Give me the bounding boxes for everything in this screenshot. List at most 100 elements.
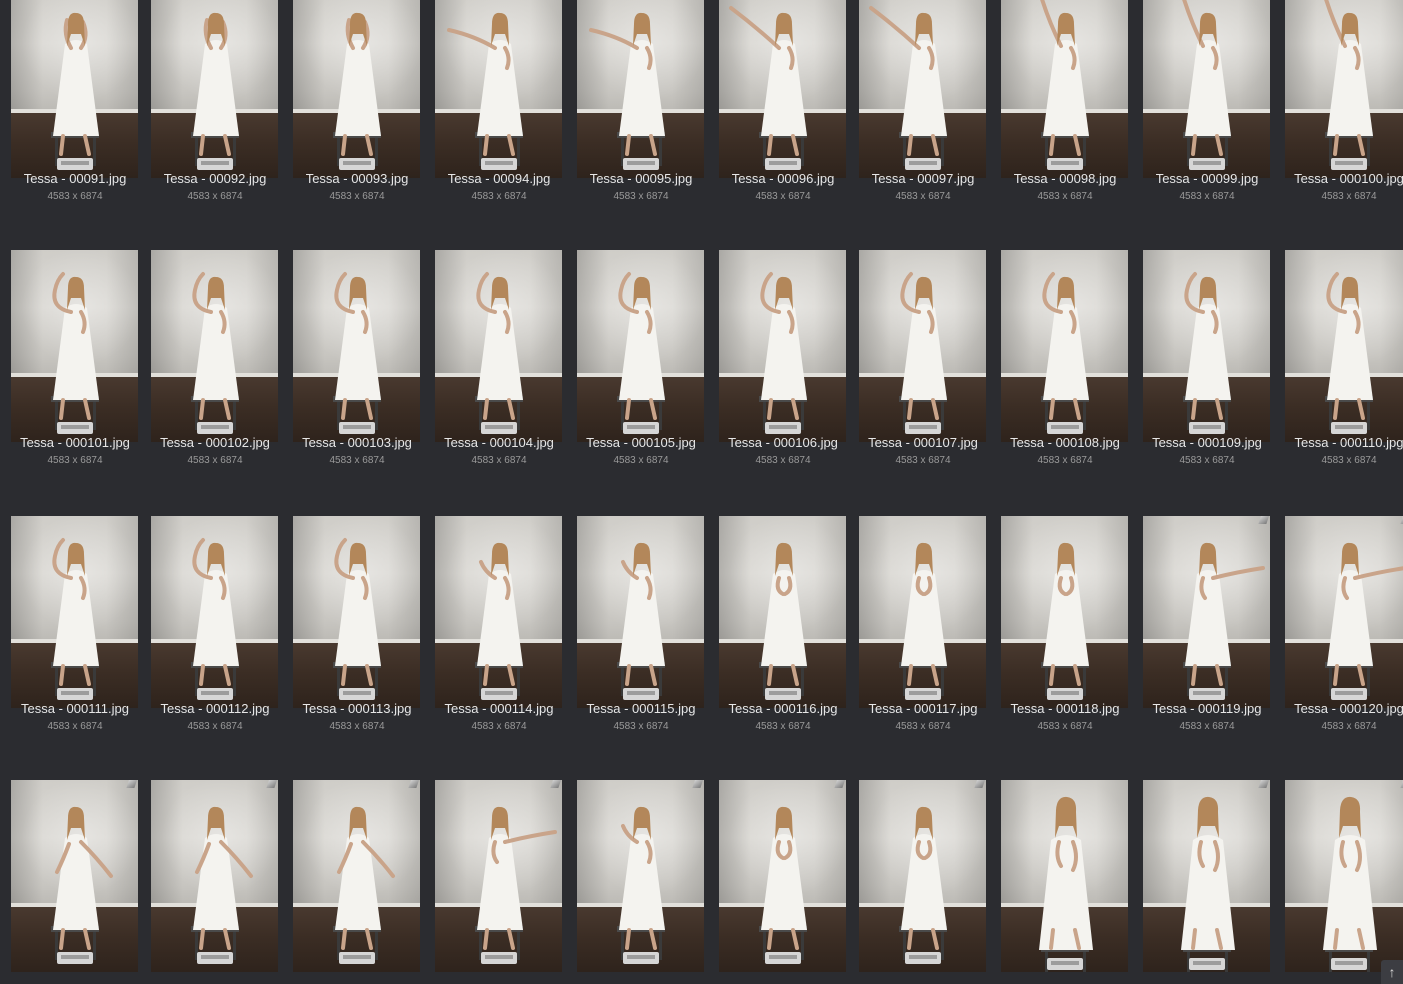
thumbnail-tile[interactable]: Tessa - 000114.jpg 4583 x 6874 xyxy=(435,516,577,756)
photo-thumbnail[interactable] xyxy=(719,0,846,178)
arrow-up-icon: ↑ xyxy=(1388,964,1396,980)
thumbnail-tile[interactable]: Tessa - 000116.jpg 4583 x 6874 xyxy=(719,516,861,756)
photo-thumbnail[interactable] xyxy=(577,0,704,178)
thumbnail-tile[interactable]: Tessa - 000117.jpg 4583 x 6874 xyxy=(859,516,1001,756)
photo-thumbnail[interactable] xyxy=(859,516,986,708)
photo-thumbnail[interactable] xyxy=(1143,780,1270,972)
thumbnail-tile[interactable] xyxy=(151,780,293,984)
thumbnail-dimensions: 4583 x 6874 xyxy=(1321,455,1377,466)
thumbnail-dimensions: 4583 x 6874 xyxy=(1179,191,1235,202)
photo-thumbnail[interactable] xyxy=(151,0,278,178)
photo-thumbnail[interactable] xyxy=(151,780,278,972)
photo-thumbnail[interactable] xyxy=(859,0,986,178)
thumbnail-dimensions: 4583 x 6874 xyxy=(471,455,527,466)
photo-thumbnail[interactable] xyxy=(11,516,138,708)
photo-thumbnail[interactable] xyxy=(293,516,420,708)
thumbnail-tile[interactable]: Tessa - 000102.jpg 4583 x 6874 xyxy=(151,250,293,490)
thumbnail-tile[interactable] xyxy=(293,780,435,984)
thumbnail-tile[interactable]: Tessa - 00092.jpg 4583 x 6874 xyxy=(151,0,293,226)
thumbnail-tile[interactable]: Tessa - 00093.jpg 4583 x 6874 xyxy=(293,0,435,226)
thumbnail-filename: Tessa - 000108.jpg xyxy=(1010,435,1120,450)
thumbnail-dimensions: 4583 x 6874 xyxy=(613,191,669,202)
photo-thumbnail[interactable] xyxy=(11,780,138,972)
photo-thumbnail[interactable] xyxy=(577,516,704,708)
photo-thumbnail[interactable] xyxy=(719,250,846,442)
thumbnail-filename: Tessa - 000117.jpg xyxy=(868,701,978,716)
thumbnail-tile[interactable] xyxy=(1143,780,1285,984)
thumbnail-tile[interactable] xyxy=(435,780,577,984)
thumbnail-tile[interactable]: Tessa - 00097.jpg 4583 x 6874 xyxy=(859,0,1001,226)
thumbnail-dimensions: 4583 x 6874 xyxy=(1037,455,1093,466)
thumbnail-tile[interactable]: Tessa - 000118.jpg 4583 x 6874 xyxy=(1001,516,1143,756)
thumbnail-tile[interactable]: Tessa - 000120.jpg 4583 x 6874 xyxy=(1285,516,1403,756)
thumbnail-tile[interactable]: Tessa - 000115.jpg 4583 x 6874 xyxy=(577,516,719,756)
thumbnail-dimensions: 4583 x 6874 xyxy=(613,721,669,732)
photo-thumbnail[interactable] xyxy=(1285,250,1403,442)
thumbnail-tile[interactable] xyxy=(11,780,153,984)
photo-thumbnail[interactable] xyxy=(293,250,420,442)
thumbnail-dimensions: 4583 x 6874 xyxy=(1037,191,1093,202)
photo-thumbnail[interactable] xyxy=(151,516,278,708)
thumbnail-tile[interactable]: Tessa - 00094.jpg 4583 x 6874 xyxy=(435,0,577,226)
photo-thumbnail[interactable] xyxy=(719,516,846,708)
photo-thumbnail[interactable] xyxy=(1285,780,1403,972)
photo-thumbnail[interactable] xyxy=(719,780,846,972)
thumbnail-tile[interactable]: Tessa - 00099.jpg 4583 x 6874 xyxy=(1143,0,1285,226)
photo-thumbnail[interactable] xyxy=(435,250,562,442)
thumbnail-tile[interactable]: Tessa - 000113.jpg 4583 x 6874 xyxy=(293,516,435,756)
thumbnail-dimensions: 4583 x 6874 xyxy=(613,455,669,466)
thumbnail-tile[interactable]: Tessa - 00096.jpg 4583 x 6874 xyxy=(719,0,861,226)
thumbnail-dimensions: 4583 x 6874 xyxy=(755,455,811,466)
photo-thumbnail[interactable] xyxy=(1143,516,1270,708)
photo-thumbnail[interactable] xyxy=(1143,250,1270,442)
thumbnail-tile[interactable]: Tessa - 000103.jpg 4583 x 6874 xyxy=(293,250,435,490)
thumbnail-tile[interactable] xyxy=(1001,780,1143,984)
thumbnail-dimensions: 4583 x 6874 xyxy=(1321,191,1377,202)
photo-thumbnail[interactable] xyxy=(1143,0,1270,178)
photo-thumbnail[interactable] xyxy=(11,0,138,178)
thumbnail-tile[interactable]: Tessa - 000119.jpg 4583 x 6874 xyxy=(1143,516,1285,756)
thumbnail-tile[interactable]: Tessa - 000107.jpg 4583 x 6874 xyxy=(859,250,1001,490)
thumbnail-tile[interactable]: Tessa - 000111.jpg 4583 x 6874 xyxy=(11,516,153,756)
thumbnail-tile[interactable]: Tessa - 000101.jpg 4583 x 6874 xyxy=(11,250,153,490)
photo-thumbnail[interactable] xyxy=(11,250,138,442)
photo-thumbnail[interactable] xyxy=(1001,780,1128,972)
thumbnail-tile[interactable] xyxy=(577,780,719,984)
photo-thumbnail[interactable] xyxy=(293,0,420,178)
thumbnail-dimensions: 4583 x 6874 xyxy=(755,721,811,732)
photo-thumbnail[interactable] xyxy=(435,0,562,178)
photo-thumbnail[interactable] xyxy=(1001,0,1128,178)
thumbnail-filename: Tessa - 00097.jpg xyxy=(871,171,975,186)
thumbnail-filename: Tessa - 00092.jpg xyxy=(163,171,267,186)
photo-thumbnail[interactable] xyxy=(151,250,278,442)
photo-thumbnail[interactable] xyxy=(577,780,704,972)
thumbnail-dimensions: 4583 x 6874 xyxy=(895,191,951,202)
thumbnail-tile[interactable]: Tessa - 000109.jpg 4583 x 6874 xyxy=(1143,250,1285,490)
thumbnail-tile[interactable]: Tessa - 000104.jpg 4583 x 6874 xyxy=(435,250,577,490)
thumbnail-filename: Tessa - 000115.jpg xyxy=(586,701,696,716)
photo-thumbnail[interactable] xyxy=(435,516,562,708)
thumbnail-tile[interactable]: Tessa - 000105.jpg 4583 x 6874 xyxy=(577,250,719,490)
thumbnail-tile[interactable]: Tessa - 00098.jpg 4583 x 6874 xyxy=(1001,0,1143,226)
thumbnail-tile[interactable]: Tessa - 000100.jpg 4583 x 6874 xyxy=(1285,0,1403,226)
thumbnail-tile[interactable]: Tessa - 00095.jpg 4583 x 6874 xyxy=(577,0,719,226)
photo-thumbnail[interactable] xyxy=(1285,516,1403,708)
thumbnail-tile[interactable]: Tessa - 000106.jpg 4583 x 6874 xyxy=(719,250,861,490)
thumbnail-tile[interactable]: Tessa - 00091.jpg 4583 x 6874 xyxy=(11,0,153,226)
photo-thumbnail[interactable] xyxy=(577,250,704,442)
photo-thumbnail[interactable] xyxy=(293,780,420,972)
thumbnail-tile[interactable] xyxy=(1285,780,1403,984)
photo-thumbnail[interactable] xyxy=(859,780,986,972)
thumbnail-tile[interactable] xyxy=(719,780,861,984)
thumbnail-filename: Tessa - 000104.jpg xyxy=(444,435,554,450)
photo-thumbnail[interactable] xyxy=(1001,516,1128,708)
photo-thumbnail[interactable] xyxy=(435,780,562,972)
thumbnail-tile[interactable]: Tessa - 000110.jpg 4583 x 6874 xyxy=(1285,250,1403,490)
thumbnail-tile[interactable] xyxy=(859,780,1001,984)
scroll-to-top-button[interactable]: ↑ xyxy=(1381,960,1403,984)
thumbnail-tile[interactable]: Tessa - 000108.jpg 4583 x 6874 xyxy=(1001,250,1143,490)
photo-thumbnail[interactable] xyxy=(859,250,986,442)
thumbnail-tile[interactable]: Tessa - 000112.jpg 4583 x 6874 xyxy=(151,516,293,756)
photo-thumbnail[interactable] xyxy=(1285,0,1403,178)
photo-thumbnail[interactable] xyxy=(1001,250,1128,442)
